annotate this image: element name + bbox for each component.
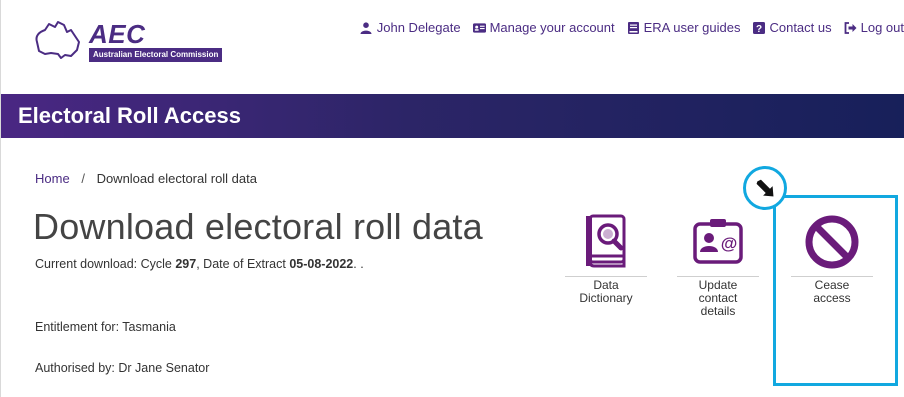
log-out-label: Log out — [860, 20, 904, 35]
user-guides-link[interactable]: ERA user guides — [627, 20, 741, 35]
logo-text: AEC Australian Electoral Commission — [89, 19, 223, 62]
contact-us-link[interactable]: ? Contact us — [752, 20, 832, 35]
app-banner: Electoral Roll Access — [1, 94, 904, 138]
top-navigation: John Delegate Manage your account ERA us… — [360, 20, 904, 35]
current-suffix: . . — [353, 257, 364, 271]
australia-map-icon — [35, 21, 80, 59]
book-magnifier-icon — [586, 214, 626, 268]
extract-prefix: , Date of Extract — [196, 257, 290, 271]
user-icon — [360, 21, 373, 34]
id-card-icon — [472, 21, 486, 34]
page-title: Download electoral roll data — [33, 206, 483, 247]
logo-acronym: AEC — [89, 19, 146, 49]
manage-account-label: Manage your account — [489, 20, 615, 35]
logo-name: Australian Electoral Commission — [89, 48, 223, 62]
sign-out-icon — [844, 21, 857, 34]
extract-date: 05-08-2022 — [289, 257, 354, 271]
tile-divider — [677, 276, 759, 277]
user-name: John Delegate — [376, 20, 461, 35]
highlight-box — [773, 195, 898, 386]
current-download-info: Current download: Cycle 297, Date of Ext… — [35, 257, 364, 271]
question-icon: ? — [752, 21, 765, 34]
cycle-number: 297 — [175, 257, 197, 271]
user-guides-label: ERA user guides — [643, 20, 741, 35]
book-icon — [627, 21, 640, 34]
page-frame: AEC Australian Electoral Commission John… — [0, 0, 904, 397]
current-prefix: Current download: Cycle — [35, 257, 176, 271]
breadcrumb-home-link[interactable]: Home — [35, 171, 70, 186]
user-link[interactable]: John Delegate — [360, 20, 461, 35]
aec-logo[interactable]: AEC Australian Electoral Commission — [31, 19, 223, 64]
arrow-pointer-icon — [755, 178, 775, 198]
update-contact-details-tile[interactable]: @ Update contact details — [677, 214, 759, 318]
manage-account-link[interactable]: Manage your account — [472, 20, 615, 35]
contact-us-label: Contact us — [769, 20, 832, 35]
entitlement-text: Entitlement for: Tasmania — [35, 320, 176, 334]
authorised-by-text: Authorised by: Dr Jane Senator — [35, 361, 210, 375]
tile-label-line3: details — [700, 304, 736, 318]
data-dictionary-tile[interactable]: Data Dictionary — [565, 214, 647, 305]
svg-text:@: @ — [721, 234, 738, 253]
log-out-link[interactable]: Log out — [844, 20, 904, 35]
svg-text:?: ? — [756, 24, 762, 34]
breadcrumb-separator: / — [81, 171, 85, 186]
breadcrumb: Home / Download electoral roll data — [35, 171, 257, 186]
tile-label-line2: Dictionary — [579, 291, 633, 305]
cursor-callout — [743, 166, 787, 210]
contact-card-icon: @ — [693, 219, 743, 264]
tile-divider — [565, 276, 647, 277]
breadcrumb-current: Download electoral roll data — [96, 171, 257, 186]
